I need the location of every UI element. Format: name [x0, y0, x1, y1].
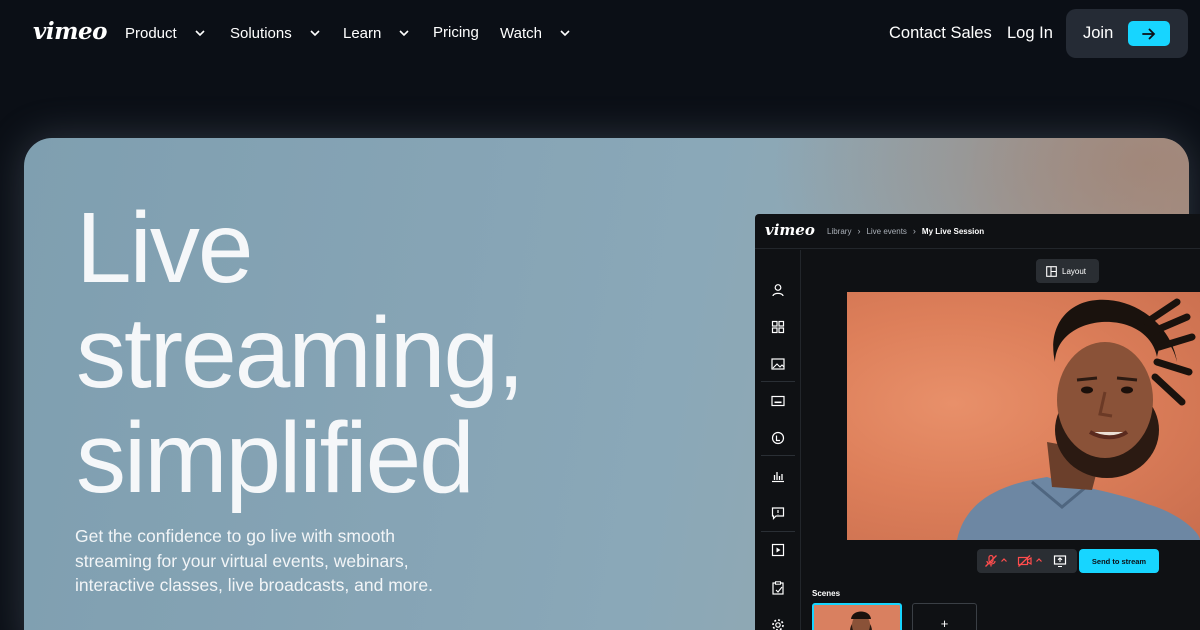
logo-icon: [771, 431, 785, 445]
presenter-illustration: [957, 298, 1200, 540]
chevron-down-icon: [560, 30, 570, 37]
chevron-up-icon[interactable]: [1035, 556, 1043, 564]
breadcrumb-live-events: Live events: [866, 226, 907, 236]
scene-thumbnail[interactable]: [812, 603, 902, 630]
nav-solutions[interactable]: Solutions: [230, 24, 324, 42]
top-navigation: vimeo Product Solutions Learn Pricing Wa…: [0, 0, 1200, 68]
hero-subtext: Get the confidence to go live with smoot…: [75, 526, 433, 595]
nav-pricing-label: Pricing: [433, 24, 479, 41]
nav-product-label: Product: [125, 24, 177, 42]
contact-sales-link[interactable]: Contact Sales: [889, 24, 992, 43]
stream-controls: [977, 549, 1077, 573]
app-vimeo-logo: vimeo: [765, 221, 815, 239]
nav-watch[interactable]: Watch: [500, 24, 574, 42]
live-studio-mockup: vimeo Library › Live events › My Live Se…: [755, 214, 1200, 630]
chevron-down-icon: [195, 30, 205, 37]
join-label: Join: [1083, 24, 1114, 42]
vimeo-logo[interactable]: vimeo: [33, 18, 107, 45]
chevron-down-icon: [310, 30, 320, 37]
settings-icon: [772, 619, 784, 630]
breadcrumb-library: Library: [827, 226, 852, 236]
nav-solutions-label: Solutions: [230, 24, 292, 42]
breadcrumb: Library › Live events › My Live Session: [827, 226, 984, 236]
nav-learn-label: Learn: [343, 24, 382, 42]
nav-watch-label: Watch: [500, 24, 542, 42]
layout-label: Layout: [1062, 266, 1087, 276]
log-in-link[interactable]: Log In: [1007, 24, 1053, 43]
nav-pricing[interactable]: Pricing: [433, 24, 479, 41]
sidebar-divider: [761, 531, 795, 532]
play-box-icon: [771, 543, 785, 557]
send-to-stream-button[interactable]: Send to stream: [1079, 549, 1159, 573]
app-sidebar: [755, 250, 801, 630]
sidebar-divider: [761, 455, 795, 456]
chart-icon: [772, 472, 784, 483]
chevron-up-icon[interactable]: [1000, 556, 1008, 564]
scenes-label: Scenes: [812, 589, 841, 598]
chevron-right-icon: ›: [857, 226, 861, 236]
arrow-right-icon: [1128, 21, 1170, 46]
headline-line-1: Live: [76, 192, 253, 304]
mic-off-icon[interactable]: [984, 554, 998, 568]
layout-button[interactable]: Layout: [1036, 259, 1099, 283]
hero-headline: Live streaming, simplified: [76, 192, 525, 514]
image-icon: [771, 358, 785, 370]
comment-icon: [771, 507, 785, 520]
headline-line-2: streaming,: [76, 297, 525, 409]
headline-line-3: simplified: [76, 402, 475, 514]
layout-icon: [1046, 265, 1057, 277]
caption-icon: [771, 395, 785, 407]
join-button[interactable]: Join: [1066, 9, 1188, 58]
app-header: vimeo Library › Live events › My Live Se…: [755, 214, 1200, 249]
breadcrumb-current: My Live Session: [921, 226, 985, 236]
scene-preview-illustration: [850, 611, 872, 630]
nav-learn[interactable]: Learn: [343, 24, 413, 42]
nav-product[interactable]: Product: [125, 24, 209, 42]
camera-off-icon[interactable]: [1017, 554, 1033, 568]
chevron-down-icon: [399, 30, 409, 37]
clipboard-icon: [772, 581, 784, 595]
add-scene-button[interactable]: +: [912, 603, 977, 630]
grid-icon: [771, 320, 785, 334]
person-icon: [772, 284, 784, 297]
screen-share-icon[interactable]: [1053, 554, 1067, 568]
live-video-preview: [847, 292, 1200, 540]
sidebar-divider: [761, 381, 795, 382]
chevron-right-icon: ›: [912, 226, 916, 236]
